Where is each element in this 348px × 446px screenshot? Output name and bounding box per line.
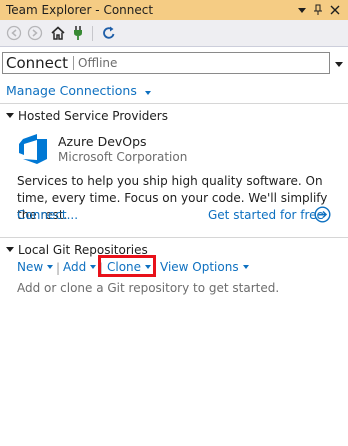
team-explorer-window: Team Explorer - Connect Connect Offline …: [0, 0, 348, 446]
home-icon[interactable]: [50, 25, 66, 41]
back-icon[interactable]: [6, 25, 22, 41]
manage-connections-dropdown-icon: [144, 91, 151, 95]
new-label: New: [17, 260, 44, 274]
azure-devops-logo-icon: [17, 133, 49, 165]
close-icon[interactable]: [328, 3, 342, 17]
hosted-providers-header[interactable]: Hosted Service Providers: [6, 109, 168, 123]
hosted-providers-title: Hosted Service Providers: [18, 109, 168, 123]
view-options-label: View Options: [160, 260, 239, 274]
section-divider: [0, 103, 348, 104]
forward-icon[interactable]: [27, 25, 43, 41]
plug-icon[interactable]: [70, 25, 86, 41]
manage-connections-link[interactable]: Manage Connections: [6, 83, 151, 98]
page-selector[interactable]: Connect Offline: [2, 52, 330, 74]
window-menu-icon[interactable]: [295, 3, 309, 17]
manage-connections-label: Manage Connections: [6, 83, 137, 98]
refresh-icon[interactable]: [101, 25, 117, 41]
page-title-separator: [73, 56, 75, 70]
git-hint-text: Add or clone a Git repository to get sta…: [17, 281, 280, 295]
action-separator: |: [56, 261, 61, 275]
window-title: Team Explorer - Connect: [6, 3, 154, 17]
new-dropdown-icon: [47, 265, 54, 269]
connection-status: Offline: [78, 56, 118, 70]
new-button[interactable]: New: [17, 260, 54, 274]
toolbar: [0, 20, 348, 47]
connect-link[interactable]: Connect...: [17, 208, 78, 222]
provider-name: Azure DevOps: [58, 134, 147, 149]
collapse-icon: [6, 113, 14, 118]
chevron-down-icon[interactable]: [334, 58, 344, 68]
pin-icon[interactable]: [311, 3, 325, 17]
collapse-icon: [6, 247, 14, 252]
provider-company: Microsoft Corporation: [58, 150, 188, 164]
view-options-dropdown-icon: [242, 265, 249, 269]
get-started-link[interactable]: Get started for free: [208, 208, 324, 222]
add-button[interactable]: Add: [63, 260, 97, 274]
add-label: Add: [63, 260, 87, 274]
clone-highlight-box: [98, 255, 156, 277]
toolbar-separator: [92, 26, 93, 41]
view-options-button[interactable]: View Options: [160, 260, 249, 274]
arrow-right-circle-icon[interactable]: [314, 206, 331, 223]
title-bar: Team Explorer - Connect: [0, 0, 348, 20]
section-divider: [0, 237, 348, 238]
page-title: Connect: [6, 54, 69, 72]
add-dropdown-icon: [90, 265, 97, 269]
